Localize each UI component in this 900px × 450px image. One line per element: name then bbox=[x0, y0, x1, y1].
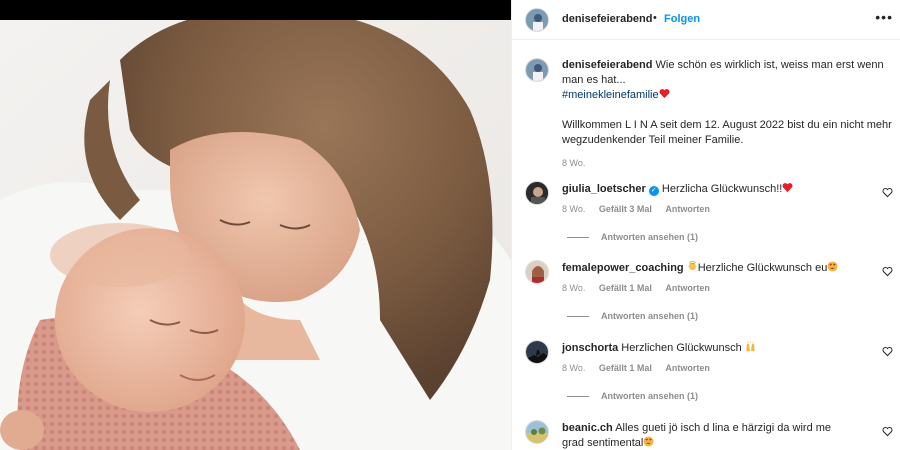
replies-divider bbox=[567, 316, 589, 318]
author-avatar[interactable] bbox=[525, 8, 549, 32]
comment-likes[interactable]: Gefällt 1 Mal bbox=[599, 363, 652, 373]
view-replies-label: Antworten ansehen (1) bbox=[601, 232, 699, 242]
replies-divider bbox=[567, 396, 589, 398]
like-heart-icon[interactable] bbox=[882, 187, 893, 198]
heart-eyes-icon bbox=[827, 261, 838, 272]
commenter-username[interactable]: femalepower_coaching bbox=[562, 262, 684, 274]
caption-avatar[interactable] bbox=[525, 58, 549, 82]
commenter-avatar[interactable] bbox=[525, 260, 549, 284]
reply-button[interactable]: Antworten bbox=[665, 363, 710, 373]
caption-time: 8 Wo. bbox=[562, 158, 586, 168]
commenter-username[interactable]: beanic.ch bbox=[562, 422, 613, 434]
view-replies-button[interactable]: Antworten ansehen (1) bbox=[567, 391, 698, 401]
author-username[interactable]: denisefeierabend bbox=[562, 13, 652, 25]
verified-badge-icon: ✓ bbox=[648, 186, 659, 196]
view-replies-label: Antworten ansehen (1) bbox=[601, 311, 699, 321]
view-replies-label: Antworten ansehen (1) bbox=[601, 391, 699, 401]
like-heart-icon[interactable] bbox=[882, 426, 893, 437]
commenter-username[interactable]: giulia_loetscher bbox=[562, 183, 646, 195]
comment-time: 8 Wo. bbox=[562, 363, 586, 373]
comment-time: 8 Wo. bbox=[562, 283, 586, 293]
follow-button[interactable]: Folgen bbox=[664, 13, 700, 25]
photo-top-bar bbox=[0, 0, 511, 20]
comment-meta: 8 Wo. Gefällt 1 Mal Antworten bbox=[562, 283, 721, 293]
commenter-avatar[interactable] bbox=[525, 420, 549, 444]
commenter-avatar[interactable] bbox=[525, 181, 549, 205]
comment-likes[interactable]: Gefällt 1 Mal bbox=[599, 283, 652, 293]
view-replies-button[interactable]: Antworten ansehen (1) bbox=[567, 232, 698, 242]
post-caption: denisefeierabend Wie schön es wirklich i… bbox=[562, 58, 892, 171]
red-heart-icon bbox=[659, 89, 670, 99]
comment-body: giulia_loetscher ✓ Herzlicha Glückwunsch… bbox=[562, 182, 862, 197]
comment-text: Herzlichen Glückwunsch bbox=[621, 342, 742, 354]
view-replies-button[interactable]: Antworten ansehen (1) bbox=[567, 311, 698, 321]
reply-button[interactable]: Antworten bbox=[665, 204, 710, 214]
comment-meta: 8 Wo. Gefällt 1 Mal Antworten bbox=[562, 363, 721, 373]
comment-text: Herzliche Glückwunsch eu bbox=[697, 262, 828, 274]
like-heart-icon[interactable] bbox=[882, 346, 893, 357]
reply-button[interactable]: Antworten bbox=[665, 283, 710, 293]
post-photo[interactable] bbox=[0, 0, 511, 450]
caption-hashtag[interactable]: #meinekleinefamilie bbox=[562, 89, 659, 101]
post-side-panel: denisefeierabend • Folgen ••• denisefeie… bbox=[511, 0, 900, 450]
more-options-icon[interactable]: ••• bbox=[875, 10, 893, 24]
comment-likes[interactable]: Gefällt 3 Mal bbox=[599, 204, 652, 214]
comment-text: Herzlicha Glückwunsch!! bbox=[661, 183, 783, 195]
caption-username[interactable]: denisefeierabend bbox=[562, 59, 652, 71]
heart-eyes-icon bbox=[643, 436, 654, 447]
mother-and-baby-photo bbox=[0, 20, 511, 450]
separator-dot: • bbox=[653, 12, 657, 24]
comment-body: femalepower_coaching Herzliche Glückwuns… bbox=[562, 261, 862, 276]
comment-body: beanic.ch Alles gueti jö isch d lina e h… bbox=[562, 421, 852, 450]
commenter-avatar[interactable] bbox=[525, 340, 549, 364]
raising-hands-icon bbox=[746, 341, 755, 352]
like-heart-icon[interactable] bbox=[882, 266, 893, 277]
red-heart-icon bbox=[782, 183, 793, 193]
commenter-username[interactable]: jonschorta bbox=[562, 342, 618, 354]
post-header: denisefeierabend • Folgen ••• bbox=[512, 0, 900, 40]
comment-body: jonschorta Herzlichen Glückwunsch bbox=[562, 341, 862, 356]
comment-meta: 8 Wo. Gefällt 3 Mal Antworten bbox=[562, 204, 721, 214]
caption-welcome: Willkommen L I N A seit dem 12. August 2… bbox=[562, 119, 892, 146]
replies-divider bbox=[567, 237, 589, 239]
baby-angel-icon bbox=[687, 261, 697, 271]
comment-time: 8 Wo. bbox=[562, 204, 586, 214]
